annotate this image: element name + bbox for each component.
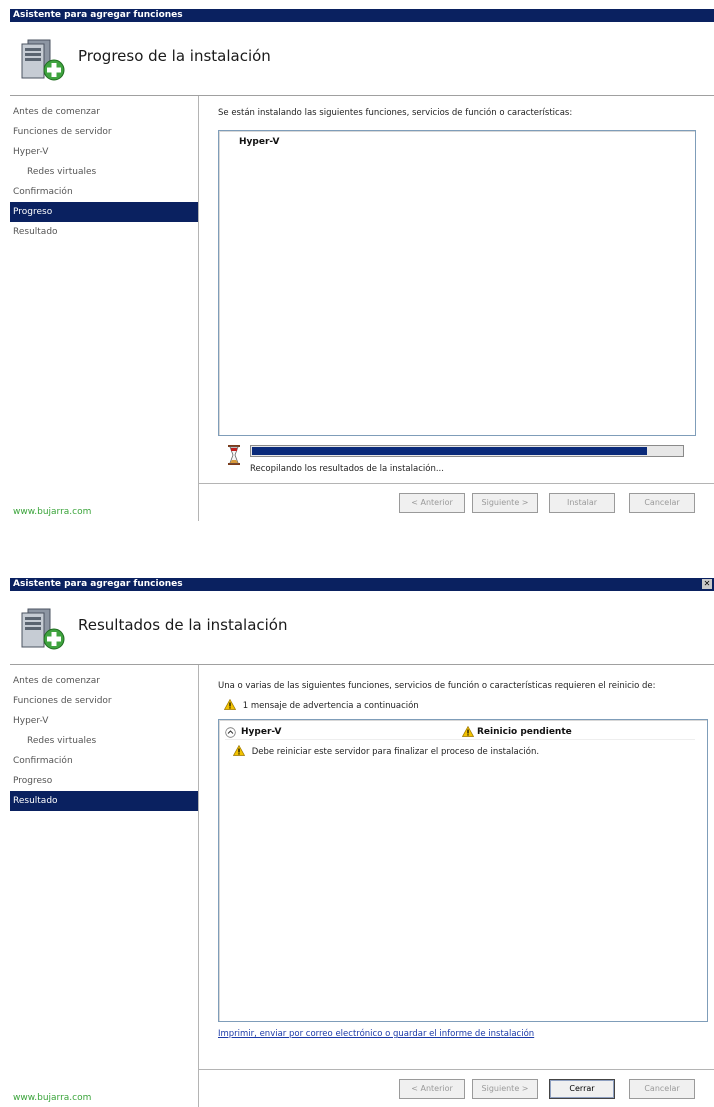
wizard-header: Progreso de la instalación: [10, 22, 714, 96]
wizard-content: Una o varias de las siguientes funciones…: [206, 665, 714, 1069]
nav-server-roles[interactable]: Funciones de servidor: [10, 122, 198, 142]
cancel-button[interactable]: Cancelar: [629, 1079, 695, 1099]
report-link[interactable]: Imprimir, enviar por correo electrónico …: [218, 1029, 534, 1039]
wizard-content: Se están instalando las siguientes funci…: [206, 96, 714, 483]
install-progress-bar: [250, 445, 684, 457]
page-title: Progreso de la instalación: [78, 47, 271, 65]
result-row-hyper-v: Hyper-V Reinicio pendiente: [225, 726, 695, 740]
installing-list[interactable]: Hyper-V: [218, 130, 696, 436]
wizard-steps-sidebar: Antes de comenzar Funciones de servidor …: [10, 665, 199, 1107]
window-title: Asistente para agregar funciones: [13, 579, 183, 589]
nav-results[interactable]: Resultado: [10, 791, 198, 811]
server-roles-icon: [21, 39, 65, 81]
collapse-icon[interactable]: [225, 727, 236, 738]
nav-before-you-begin[interactable]: Antes de comenzar: [10, 102, 198, 122]
nav-hyper-v[interactable]: Hyper-V: [10, 711, 198, 731]
nav-confirmation[interactable]: Confirmación: [10, 751, 198, 771]
back-button[interactable]: < Anterior: [399, 1079, 465, 1099]
install-progress-window: Asistente para agregar funciones Progres…: [10, 9, 714, 521]
warning-icon: [233, 745, 245, 756]
close-icon[interactable]: ✕: [702, 579, 712, 589]
nav-virtual-networks[interactable]: Redes virtuales: [10, 731, 198, 751]
wizard-steps-sidebar: Antes de comenzar Funciones de servidor …: [10, 96, 199, 521]
nav-before-you-begin[interactable]: Antes de comenzar: [10, 671, 198, 691]
nav-virtual-networks[interactable]: Redes virtuales: [10, 162, 198, 182]
results-list[interactable]: Hyper-V Reinicio pendiente Debe reinicia…: [218, 719, 708, 1022]
result-role-name: Hyper-V: [241, 727, 282, 737]
nav-hyper-v[interactable]: Hyper-V: [10, 142, 198, 162]
wizard-footer: < Anterior Siguiente > Instalar Cancelar: [199, 483, 714, 521]
intro-text: Una o varias de las siguientes funciones…: [218, 681, 656, 691]
next-button[interactable]: Siguiente >: [472, 493, 538, 513]
server-roles-icon: [21, 608, 65, 650]
next-button[interactable]: Siguiente >: [472, 1079, 538, 1099]
result-status: Reinicio pendiente: [477, 727, 572, 737]
nav-confirmation[interactable]: Confirmación: [10, 182, 198, 202]
title-bar: Asistente para agregar funciones ✕: [10, 578, 714, 591]
wizard-header: Resultados de la instalación: [10, 591, 714, 665]
warning-summary: 1 mensaje de advertencia a continuación: [224, 699, 419, 711]
page-title: Resultados de la instalación: [78, 616, 288, 634]
nav-server-roles[interactable]: Funciones de servidor: [10, 691, 198, 711]
nav-progress[interactable]: Progreso: [10, 771, 198, 791]
progress-fill: [252, 447, 648, 455]
hourglass-icon: [228, 445, 240, 465]
title-bar: Asistente para agregar funciones: [10, 9, 714, 22]
install-results-window: Asistente para agregar funciones ✕ Resul…: [10, 578, 714, 1107]
warning-icon: [462, 726, 474, 737]
nav-results[interactable]: Resultado: [10, 222, 198, 242]
wizard-footer: < Anterior Siguiente > Cerrar Cancelar: [199, 1069, 714, 1107]
nav-progress[interactable]: Progreso: [10, 202, 198, 222]
intro-text: Se están instalando las siguientes funci…: [218, 108, 573, 118]
result-message: Debe reiniciar este servidor para finali…: [251, 747, 540, 757]
window-title: Asistente para agregar funciones: [13, 10, 183, 20]
cancel-button[interactable]: Cancelar: [629, 493, 695, 513]
status-text: Recopilando los resultados de la instala…: [250, 464, 444, 474]
result-message-row: Debe reiniciar este servidor para finali…: [233, 745, 539, 757]
close-button[interactable]: Cerrar: [549, 1079, 615, 1099]
warning-summary-text: 1 mensaje de advertencia a continuación: [242, 701, 419, 711]
watermark: www.bujarra.com: [13, 507, 92, 517]
list-item-hyper-v: Hyper-V: [239, 137, 280, 147]
back-button[interactable]: < Anterior: [399, 493, 465, 513]
warning-icon: [224, 699, 236, 710]
watermark: www.bujarra.com: [13, 1093, 92, 1103]
install-button[interactable]: Instalar: [549, 493, 615, 513]
